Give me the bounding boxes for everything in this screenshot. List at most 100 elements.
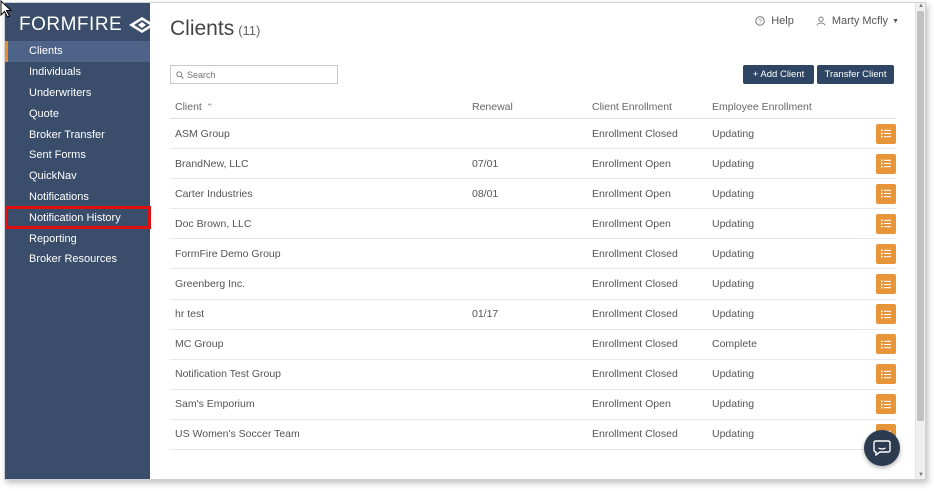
sidebar-item-sent-forms[interactable]: Sent Forms	[5, 145, 150, 166]
table-row[interactable]: hr test 01/17 Enrollment Closed Updating	[170, 300, 896, 330]
cell-client-enrollment: Enrollment Open	[592, 398, 671, 411]
cell-client[interactable]: ASM Group	[170, 128, 472, 140]
row-actions-button[interactable]	[876, 153, 896, 174]
cell-client[interactable]: Doc Brown, LLC	[170, 218, 472, 230]
cell-client-enrollment: Enrollment Closed	[592, 338, 678, 351]
client-count: (11)	[238, 23, 261, 38]
cell-client[interactable]: hr test	[170, 308, 472, 320]
sidebar-item-quicknav[interactable]: QuickNav	[5, 166, 150, 187]
sidebar-item-broker-resources[interactable]: Broker Resources	[5, 249, 150, 270]
table-header: Client ⌃ Renewal Client Enrollment Employ…	[170, 95, 896, 119]
brand-name: FORMFIRE	[19, 14, 123, 35]
sidebar-item-broker-transfer[interactable]: Broker Transfer	[5, 124, 150, 145]
cell-actions	[862, 334, 896, 355]
cell-client-enrollment: Enrollment Closed	[592, 428, 678, 441]
table-row[interactable]: Notification Test Group Enrollment Closed…	[170, 360, 896, 390]
row-actions-button[interactable]	[876, 304, 896, 325]
chat-bubble-icon	[873, 440, 891, 456]
cell-client[interactable]: Sam's Emporium	[170, 398, 472, 410]
sidebar-item-label: Quote	[29, 107, 59, 120]
sort-ascending-icon: ⌃	[205, 101, 214, 112]
scroll-down-arrow-icon[interactable]: ▼	[917, 472, 925, 479]
search-input[interactable]	[187, 69, 327, 80]
table-row[interactable]: Carter Industries 08/01 Enrollment Open Upd…	[170, 179, 896, 210]
sidebar-item-quote[interactable]: Quote	[5, 103, 150, 124]
sidebar-item-notifications[interactable]: Notifications	[5, 187, 150, 208]
page-title-text: Clients	[170, 17, 235, 40]
row-actions-button[interactable]	[876, 274, 896, 295]
table-row[interactable]: Doc Brown, LLC Enrollment Open Updating	[170, 209, 896, 240]
row-actions-button[interactable]	[876, 334, 896, 355]
scrollbar-thumb[interactable]	[917, 11, 924, 421]
chat-button[interactable]	[864, 430, 900, 466]
cell-employee-enrollment: Updating	[712, 217, 755, 230]
search-icon	[176, 70, 184, 79]
row-actions-button[interactable]	[876, 364, 896, 385]
cell-employee-enrollment: Updating	[712, 157, 755, 170]
table-row[interactable]: Greenberg Inc. Enrollment Closed Updating	[170, 269, 896, 300]
table-row[interactable]: Sam's Emporium Enrollment Open Updating	[170, 390, 896, 420]
column-header-client[interactable]: Client ⌃	[170, 101, 472, 113]
mouse-cursor-icon	[0, 0, 13, 18]
list-icon	[881, 310, 891, 319]
cell-client-enrollment: Enrollment Closed	[592, 308, 678, 321]
cell-client-enrollment: Enrollment Open	[592, 187, 671, 200]
cell-actions	[862, 274, 896, 295]
search-box[interactable]	[170, 65, 338, 84]
cell-client[interactable]: FormFire Demo Group	[170, 248, 472, 260]
row-actions-button[interactable]	[876, 394, 896, 415]
list-icon	[881, 219, 891, 228]
list-icon	[881, 159, 891, 168]
cell-employee-enrollment: Updating	[712, 428, 755, 441]
svg-text:?: ?	[758, 18, 762, 25]
user-menu[interactable]: Marty Mcfly ▼	[816, 15, 899, 27]
main-content: Clients (11) ? Help Marty Mcfly ▼ Search…	[150, 3, 915, 479]
cell-actions	[862, 243, 896, 264]
cell-client[interactable]: MC Group	[170, 338, 472, 350]
cell-actions	[862, 304, 896, 325]
table-row[interactable]: ASM Group Enrollment Closed Updating	[170, 119, 896, 150]
cell-renewal: 07/01	[472, 157, 499, 170]
column-header-renewal[interactable]: Renewal	[472, 101, 592, 113]
sidebar-item-reporting[interactable]: Reporting	[5, 228, 150, 249]
sidebar-item-notification-history[interactable]: Notification History	[5, 206, 151, 230]
cell-client[interactable]: BrandNew, LLC	[170, 158, 472, 170]
table-row[interactable]: MC Group Enrollment Closed Complete	[170, 330, 896, 360]
sidebar-item-label: QuickNav	[29, 170, 77, 183]
row-actions-button[interactable]	[876, 243, 896, 264]
cell-employee-enrollment: Updating	[712, 278, 755, 291]
help-circle-icon: ?	[755, 16, 765, 26]
cell-employee-enrollment: Updating	[712, 368, 755, 381]
add-client-button[interactable]: + Add Client	[743, 65, 814, 84]
table-row[interactable]: FormFire Demo Group Enrollment Closed Upda…	[170, 239, 896, 270]
cell-client[interactable]: Carter Industries	[170, 188, 472, 200]
formfire-logo[interactable]: FORMFIRE	[19, 13, 156, 37]
column-header-client-enrollment[interactable]: Client Enrollment	[592, 101, 712, 113]
sidebar-item-clients[interactable]: Clients	[5, 41, 150, 62]
sidebar-item-individuals[interactable]: Individuals	[5, 62, 150, 83]
column-header-employee-enrollment[interactable]: Employee Enrollment	[712, 101, 862, 113]
cell-client[interactable]: US Women's Soccer Team	[170, 428, 472, 440]
caret-down-icon: ▼	[892, 17, 899, 25]
list-icon	[881, 249, 891, 258]
sidebar-item-label: Underwriters	[29, 86, 92, 99]
sidebar-item-underwriters[interactable]: Underwriters	[5, 83, 150, 104]
row-actions-button[interactable]	[876, 123, 896, 144]
transfer-client-button[interactable]: Transfer Client	[817, 65, 894, 84]
cell-employee-enrollment: Complete	[712, 338, 757, 351]
vertical-scrollbar[interactable]: ▲ ▼	[915, 3, 925, 479]
sidebar-item-label: Notifications	[29, 190, 89, 203]
scroll-up-arrow-icon[interactable]: ▲	[917, 3, 925, 10]
cell-client[interactable]: Notification Test Group	[170, 368, 472, 380]
cell-employee-enrollment: Updating	[712, 398, 755, 411]
sidebar-item-label: Sent Forms	[29, 149, 86, 162]
row-actions-button[interactable]	[876, 183, 896, 204]
table-row[interactable]: BrandNew, LLC 07/01 Enrollment Open Updatin…	[170, 149, 896, 180]
cell-client[interactable]: Greenberg Inc.	[170, 278, 472, 290]
help-link[interactable]: ? Help	[755, 15, 794, 27]
cell-employee-enrollment: Updating	[712, 247, 755, 260]
row-actions-button[interactable]	[876, 213, 896, 234]
table-body: ASM Group Enrollment Closed Updating BrandN…	[170, 119, 896, 451]
list-icon	[881, 370, 891, 379]
table-row[interactable]: US Women's Soccer Team Enrollment Closed U…	[170, 420, 896, 451]
